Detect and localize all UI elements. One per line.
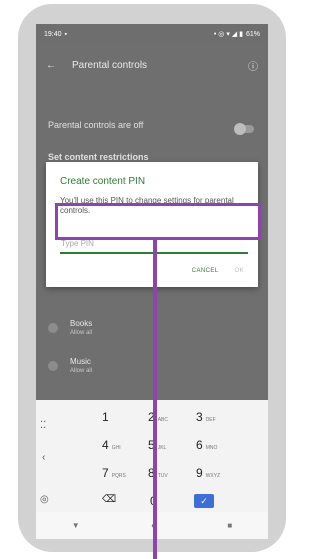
battery-level: 61%	[245, 30, 260, 38]
key-5[interactable]: 5 JKL	[148, 438, 166, 452]
nav-back-icon[interactable]: ▼	[72, 521, 80, 530]
books-icon	[48, 323, 58, 333]
status-icons: • ◎ ▾ ◢ ▮	[213, 31, 243, 38]
parental-controls-toggle[interactable]	[234, 123, 254, 135]
key-1[interactable]: 1	[102, 410, 112, 424]
status-bar: 19:40 ▪ • ◎ ▾ ◢ ▮ 61%	[36, 24, 268, 44]
list-item-subtitle: Allow all	[70, 330, 93, 336]
cancel-button[interactable]: CANCEL	[192, 268, 219, 274]
section-title: Set content restrictions	[48, 152, 149, 162]
phone-screen: 19:40 ▪ • ◎ ▾ ◢ ▮ 61% ← Parental control…	[36, 24, 268, 539]
page-title: Parental controls	[72, 59, 148, 71]
key-6[interactable]: 6 MNO	[196, 438, 217, 452]
list-item-music[interactable]: Music Allow all	[48, 357, 92, 374]
parental-status-text: Parental controls are off	[48, 120, 144, 130]
nav-bar: ▼ ● ■	[36, 512, 268, 539]
pin-field-highlight	[55, 203, 261, 240]
key-3[interactable]: 3 DEF	[196, 410, 216, 424]
dialog-title: Create content PIN	[60, 176, 146, 187]
info-icon[interactable]: ⓘ	[248, 58, 258, 73]
app-bar: ← Parental controls ⓘ	[36, 44, 268, 86]
numeric-keyboard: ⁚⁚ ‹ ◎ 1 2 ABC 3 DEF 4 GHI 5 JKL 6 MNO 7 PQRS …	[36, 400, 268, 512]
chevron-left-icon[interactable]: ‹	[42, 452, 45, 463]
key-8[interactable]: 8 TUV	[148, 466, 168, 480]
dialog-actions: CANCEL OK	[192, 268, 244, 274]
ok-button[interactable]: OK	[235, 268, 244, 274]
key-7[interactable]: 7 PQRS	[102, 466, 126, 480]
back-arrow-icon[interactable]: ←	[46, 60, 56, 71]
annotation-pointer-line	[153, 240, 157, 559]
keyboard-grid-icon[interactable]: ⁚⁚	[40, 420, 46, 431]
notification-icon: ▪	[64, 30, 68, 38]
settings-icon[interactable]: ◎	[40, 494, 49, 505]
music-icon	[48, 361, 58, 371]
done-key[interactable]: ✓	[194, 494, 214, 508]
key-2[interactable]: 2 ABC	[148, 410, 168, 424]
backspace-icon[interactable]: ⌫	[102, 494, 116, 505]
status-time: 19:40	[44, 30, 62, 38]
list-item-title: Books	[70, 319, 93, 328]
key-9[interactable]: 9 WXYZ	[196, 466, 220, 480]
list-item-title: Music	[70, 357, 91, 366]
nav-recents-icon[interactable]: ■	[227, 521, 232, 530]
list-item-books[interactable]: Books Allow all	[48, 319, 92, 336]
list-item-subtitle: Allow all	[70, 368, 93, 374]
key-4[interactable]: 4 GHI	[102, 438, 121, 452]
